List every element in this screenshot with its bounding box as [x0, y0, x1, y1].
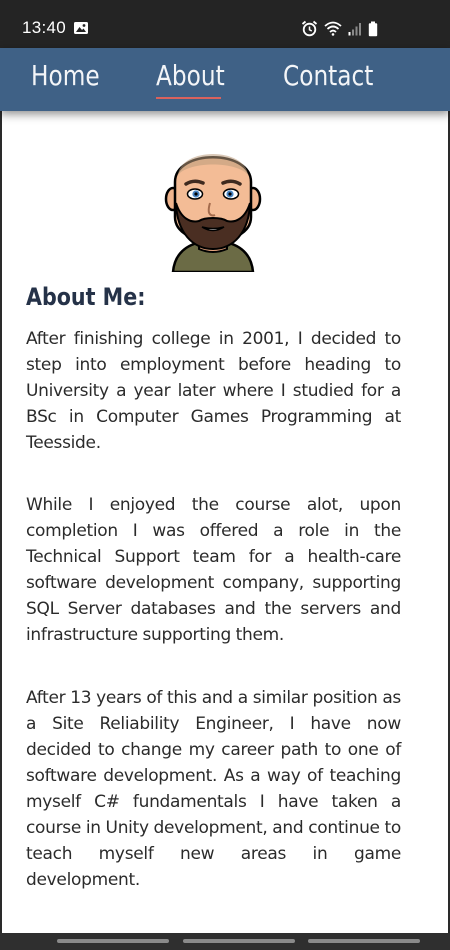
gesture-handle[interactable] — [57, 939, 169, 943]
system-navigation-bar — [0, 933, 450, 950]
gesture-handle[interactable] — [308, 939, 420, 943]
gesture-handle[interactable] — [183, 939, 295, 943]
nav-contact-link[interactable]: Contact — [283, 59, 373, 92]
nav-home-link[interactable]: Home — [31, 59, 100, 92]
status-icons — [301, 20, 378, 42]
image-icon — [73, 21, 89, 40]
status-time: 13:40 — [22, 18, 67, 37]
signal-icon — [348, 22, 362, 41]
wifi-icon — [324, 21, 342, 41]
about-heading: About Me: — [26, 283, 146, 311]
nav-about-link[interactable]: About — [156, 59, 225, 92]
about-paragraph: After 13 years of this and a similar pos… — [26, 688, 401, 890]
navbar: Home About Contact — [0, 48, 450, 111]
active-nav-underline — [156, 97, 221, 99]
page-left-border — [0, 111, 2, 933]
about-paragraph: While I enjoyed the course alot, upon co… — [26, 495, 401, 645]
battery-icon — [368, 21, 378, 42]
status-bar: 13:40 — [0, 0, 450, 48]
alarm-icon — [301, 20, 318, 42]
avatar — [164, 154, 262, 272]
about-paragraph: After finishing college in 2001, I decid… — [26, 329, 401, 453]
